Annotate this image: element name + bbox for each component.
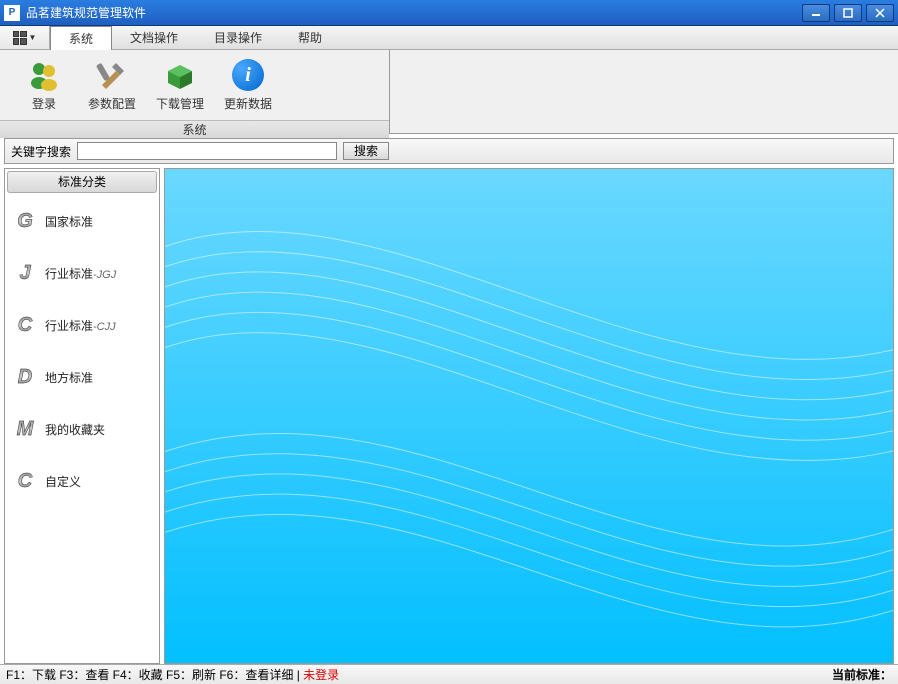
box-icon [164, 59, 196, 91]
searchbar: 关键字搜索 搜索 [4, 138, 894, 164]
update-data-button[interactable]: i 更新数据 [214, 54, 282, 116]
menu-directory[interactable]: 目录操作 [196, 26, 280, 49]
login-button[interactable]: 登录 [10, 54, 78, 116]
statusbar: F1：下载 F3：查看 F4：收藏 F5：刷新 F6：查看详细 | 未登录 当前… [0, 664, 898, 684]
sidebar-list: G 国家标准 J 行业标准-JGJ C 行业标准-CJJ D 地方标准 M 我的… [5, 195, 159, 663]
letter-j-icon: J [13, 261, 37, 285]
status-current-standard: 当前标准： [832, 666, 892, 683]
toolbar-buttons: 登录 参数配置 下载管理 i 更新数据 [0, 50, 389, 120]
sidebar-header: 标准分类 [7, 171, 157, 193]
sidebar-item-label: 行业标准 [45, 267, 93, 281]
menu-label: 目录操作 [214, 29, 262, 46]
status-hints-text: F1：下载 F3：查看 F4：收藏 F5：刷新 F6：查看详细 | [6, 668, 300, 682]
chevron-down-icon: ▼ [29, 33, 37, 42]
wave-background [165, 169, 893, 664]
settings-button[interactable]: 参数配置 [78, 54, 146, 116]
titlebar: P 品茗建筑规范管理软件 [0, 0, 898, 26]
menu-document[interactable]: 文档操作 [112, 26, 196, 49]
sidebar-item-local[interactable]: D 地方标准 [5, 351, 159, 403]
sidebar-item-label: 行业标准 [45, 319, 93, 333]
download-manager-button[interactable]: 下载管理 [146, 54, 214, 116]
letter-d-icon: D [13, 365, 37, 389]
app-icon: P [4, 5, 20, 21]
letter-m-icon: M [13, 417, 37, 441]
tool-label: 登录 [32, 95, 56, 112]
info-icon: i [232, 59, 264, 91]
tool-label: 更新数据 [224, 95, 272, 112]
menu-label: 帮助 [298, 29, 322, 46]
sidebar-item-national[interactable]: G 国家标准 [5, 195, 159, 247]
grid-icon [13, 31, 27, 45]
sidebar-item-label: 我的收藏夹 [45, 423, 105, 437]
close-button[interactable] [866, 4, 894, 22]
menu-label: 系统 [69, 30, 93, 47]
search-label: 关键字搜索 [11, 143, 71, 160]
tools-icon [96, 59, 128, 91]
sidebar-item-label: 自定义 [45, 475, 81, 489]
letter-c2-icon: C [13, 469, 37, 493]
menu-help[interactable]: 帮助 [280, 26, 340, 49]
sidebar-item-cjj[interactable]: C 行业标准-CJJ [5, 299, 159, 351]
window-title: 品茗建筑规范管理软件 [26, 4, 802, 21]
status-hints: F1：下载 F3：查看 F4：收藏 F5：刷新 F6：查看详细 | 未登录 [6, 666, 832, 683]
menubar: ▼ 系统 文档操作 目录操作 帮助 [0, 26, 898, 50]
window-controls [802, 4, 894, 22]
sidebar-item-custom[interactable]: C 自定义 [5, 455, 159, 507]
people-icon [28, 59, 60, 91]
sidebar: 标准分类 G 国家标准 J 行业标准-JGJ C 行业标准-CJJ D 地方标准… [4, 168, 160, 664]
maximize-button[interactable] [834, 4, 862, 22]
toolbar-group-label: 系统 [0, 120, 389, 138]
sidebar-item-suffix: -JGJ [93, 269, 116, 281]
letter-c-icon: C [13, 313, 37, 337]
tool-label: 下载管理 [156, 95, 204, 112]
content-pane [164, 168, 894, 664]
minimize-button[interactable] [802, 4, 830, 22]
tool-label: 参数配置 [88, 95, 136, 112]
app-menu-button[interactable]: ▼ [0, 26, 50, 49]
main-area: 标准分类 G 国家标准 J 行业标准-JGJ C 行业标准-CJJ D 地方标准… [4, 168, 894, 664]
toolbar-group-system: 登录 参数配置 下载管理 i 更新数据 系统 [0, 50, 390, 133]
sidebar-item-suffix: -CJJ [93, 321, 116, 333]
sidebar-item-label: 国家标准 [45, 215, 93, 229]
sidebar-item-label: 地方标准 [45, 371, 93, 385]
toolbar-ribbon: 登录 参数配置 下载管理 i 更新数据 系统 [0, 50, 898, 134]
letter-g-icon: G [13, 209, 37, 233]
status-not-logged: 未登录 [303, 668, 339, 682]
sidebar-item-favorites[interactable]: M 我的收藏夹 [5, 403, 159, 455]
search-button[interactable]: 搜索 [343, 142, 389, 160]
search-input[interactable] [77, 142, 337, 160]
sidebar-item-jgj[interactable]: J 行业标准-JGJ [5, 247, 159, 299]
menu-system[interactable]: 系统 [50, 26, 112, 50]
menu-label: 文档操作 [130, 29, 178, 46]
